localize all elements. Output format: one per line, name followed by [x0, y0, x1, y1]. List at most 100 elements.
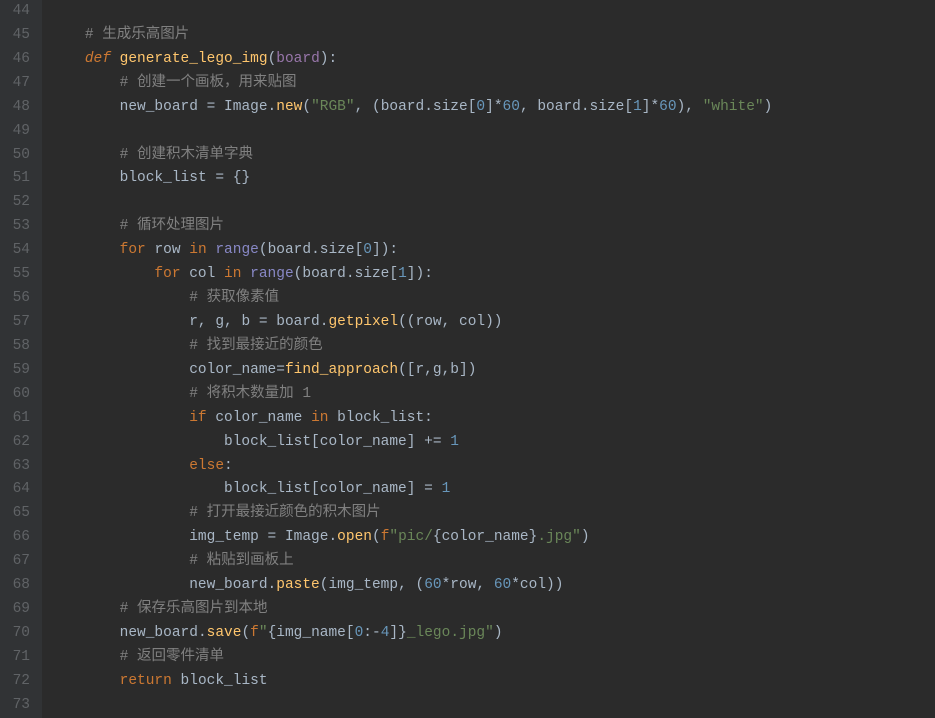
code-token: ]*: [642, 99, 659, 115]
line-number: 58: [8, 335, 30, 359]
code-token: "white": [703, 99, 764, 115]
code-line: for row in range(board.size[0]):: [50, 239, 772, 263]
code-token: ]):: [407, 266, 433, 282]
code-token: new_board = Image.: [120, 99, 277, 115]
code-line: # 保存乐高图片到本地: [50, 598, 772, 622]
code-token: *row,: [442, 577, 494, 593]
code-token: block_list: [181, 673, 268, 689]
code-line: # 创建积木清单字典: [50, 144, 772, 168]
code-line: return block_list: [50, 670, 772, 694]
line-number: 73: [8, 694, 30, 718]
code-token: # 粘贴到画板上: [189, 553, 293, 569]
code-line: r, g, b = board.getpixel((row, col)): [50, 311, 772, 335]
line-number: 68: [8, 574, 30, 598]
line-number: 60: [8, 383, 30, 407]
line-number: 64: [8, 478, 30, 502]
code-token: 60: [503, 99, 520, 115]
code-token: "RGB": [311, 99, 355, 115]
code-token: in: [189, 242, 215, 258]
code-token: # 找到最接近的颜色: [189, 338, 322, 354]
code-line: block_list[color_name] += 1: [50, 431, 772, 455]
code-token: 1: [633, 99, 642, 115]
code-token: ": [259, 625, 268, 641]
line-number: 61: [8, 407, 30, 431]
code-line: block_list = {}: [50, 167, 772, 191]
code-token: f: [250, 625, 259, 641]
line-number: 54: [8, 239, 30, 263]
code-line: # 打开最接近颜色的积木图片: [50, 502, 772, 526]
code-line: # 找到最接近的颜色: [50, 335, 772, 359]
code-token: # 保存乐高图片到本地: [120, 601, 268, 617]
line-number: 49: [8, 120, 30, 144]
code-token: return: [120, 673, 181, 689]
code-token: new: [276, 99, 302, 115]
code-token: .jpg": [537, 529, 581, 545]
line-number: 53: [8, 215, 30, 239]
code-line: else:: [50, 455, 772, 479]
code-token: # 创建积木清单字典: [120, 147, 253, 163]
code-token: ((row, col)): [398, 314, 502, 330]
code-line: # 生成乐高图片: [50, 24, 772, 48]
code-line: [50, 694, 772, 718]
code-token: 0: [355, 625, 364, 641]
code-line: for col in range(board.size[1]):: [50, 263, 772, 287]
code-token: range: [215, 242, 259, 258]
code-token: , (board.size[: [355, 99, 477, 115]
code-token: *col)): [511, 577, 563, 593]
code-token: row: [154, 242, 189, 258]
code-token: save: [207, 625, 242, 641]
code-token: _lego.jpg": [407, 625, 494, 641]
code-token: ):: [320, 51, 337, 67]
line-number: 65: [8, 502, 30, 526]
line-number: 48: [8, 96, 30, 120]
code-token: # 将积木数量加 1: [189, 386, 311, 402]
line-number-gutter: 4445464748495051525354555657585960616263…: [0, 0, 42, 718]
code-token: # 返回零件清单: [120, 649, 224, 665]
line-number: 63: [8, 455, 30, 479]
line-number: 62: [8, 431, 30, 455]
code-token: img_temp = Image.: [189, 529, 337, 545]
code-line: # 创建一个画板，用来贴图: [50, 72, 772, 96]
code-token: 1: [442, 481, 451, 497]
line-number: 57: [8, 311, 30, 335]
code-line: # 将积木数量加 1: [50, 383, 772, 407]
line-number: 71: [8, 646, 30, 670]
code-token: (: [241, 625, 250, 641]
code-token: {: [433, 529, 442, 545]
code-token: in: [311, 410, 337, 426]
code-token: , board.size[: [520, 99, 633, 115]
code-line: # 循环处理图片: [50, 215, 772, 239]
code-token: (board.size[: [259, 242, 363, 258]
line-number: 46: [8, 48, 30, 72]
code-token: # 循环处理图片: [120, 218, 224, 234]
code-token: new_board.: [120, 625, 207, 641]
code-line: new_board.save(f"{img_name[0:-4]}_lego.j…: [50, 622, 772, 646]
line-number: 55: [8, 263, 30, 287]
code-line: new_board.paste(img_temp, (60*row, 60*co…: [50, 574, 772, 598]
code-token: }: [398, 625, 407, 641]
code-token: color_name=: [189, 362, 285, 378]
code-token: (: [268, 51, 277, 67]
code-token: ]*: [485, 99, 502, 115]
code-token: open: [337, 529, 372, 545]
code-token: {: [268, 625, 277, 641]
code-token: # 获取像素值: [189, 290, 279, 306]
code-line: # 粘贴到画板上: [50, 550, 772, 574]
code-token: for: [154, 266, 189, 282]
code-token: block_list = {}: [120, 170, 251, 186]
code-token: :: [224, 458, 233, 474]
code-token: block_list:: [337, 410, 433, 426]
code-line: [50, 0, 772, 24]
code-line: block_list[color_name] = 1: [50, 478, 772, 502]
code-token: def: [85, 51, 120, 67]
code-token: ]):: [372, 242, 398, 258]
code-token: col: [189, 266, 224, 282]
code-token: new_board.: [189, 577, 276, 593]
code-token: block_list[color_name] =: [224, 481, 442, 497]
code-line: color_name=find_approach([r,g,b]): [50, 359, 772, 383]
code-editor[interactable]: # 生成乐高图片 def generate_lego_img(board): #…: [42, 0, 772, 718]
line-number: 59: [8, 359, 30, 383]
code-token: paste: [276, 577, 320, 593]
code-line: # 获取像素值: [50, 287, 772, 311]
code-token: (board.size[: [294, 266, 398, 282]
